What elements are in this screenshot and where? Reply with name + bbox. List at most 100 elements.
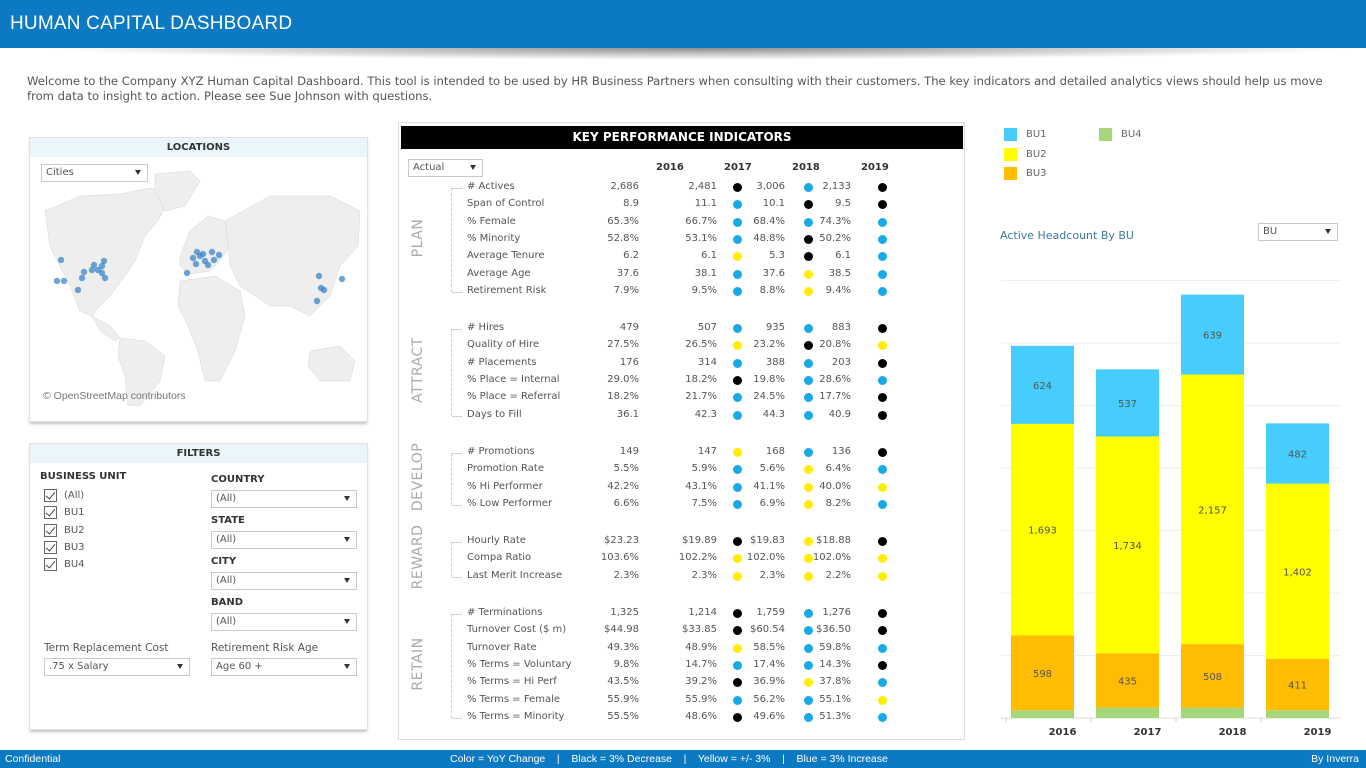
- band-value: (All): [216, 616, 237, 627]
- kpi-row[interactable]: # Placements 176 314 388 203: [399, 357, 966, 374]
- checkbox-bu-all[interactable]: (All): [44, 488, 84, 502]
- yoy-indicator-blue: [804, 695, 813, 705]
- kpi-row[interactable]: % Terms = Hi Perf 43.5% 39.2% 36.9% 37.8%: [399, 676, 966, 693]
- kpi-row[interactable]: # Actives 2,686 2,481 3,006 2,133: [399, 181, 966, 198]
- country-dropdown[interactable]: (All): [211, 490, 357, 508]
- kpi-category-plan: PLAN: [410, 218, 426, 258]
- data-label: 624: [1033, 381, 1052, 392]
- checkbox-checked-icon[interactable]: [44, 488, 57, 502]
- kpi-label: Average Age: [467, 267, 531, 279]
- city-dropdown[interactable]: (All): [211, 572, 357, 590]
- map-attribution[interactable]: © OpenStreetMap contributors: [43, 390, 186, 402]
- kpi-value-2017: 38.1: [694, 267, 717, 279]
- checkbox-checked-icon[interactable]: [44, 557, 57, 571]
- kpi-label: Turnover Cost ($ m): [467, 624, 567, 636]
- kpi-value-2019: 9.5: [835, 198, 851, 210]
- legend-label: BU2: [1026, 149, 1047, 160]
- year-header-2017: 2017: [724, 162, 752, 173]
- kpi-value-2019: $18.88: [816, 535, 851, 547]
- checkbox-bu1[interactable]: BU1: [44, 505, 85, 519]
- checkbox-bu2[interactable]: BU2: [44, 523, 85, 537]
- kpi-label: # Actives: [467, 181, 515, 192]
- kpi-row[interactable]: # Promotions 149 147 168 136: [399, 446, 966, 463]
- footer-right: By Inverra: [1311, 753, 1359, 765]
- legend-swatch: [1004, 148, 1017, 161]
- legend-item-bu4[interactable]: BU4: [1099, 128, 1142, 141]
- kpi-label: Hourly Rate: [467, 535, 526, 547]
- location-marker: [57, 256, 65, 264]
- kpi-row[interactable]: % Hi Performer 42.2% 43.1% 41.1% 40.0%: [399, 481, 966, 498]
- kpi-label: % Female: [467, 215, 516, 227]
- kpi-value-2017: 102.2%: [678, 552, 717, 564]
- kpi-value-2016: 6.6%: [613, 497, 639, 509]
- checkbox-bu3[interactable]: BU3: [44, 540, 85, 554]
- kpi-value-2017: 507: [697, 322, 717, 334]
- chevron-down-icon: [135, 170, 141, 175]
- kpi-row[interactable]: # Hires 479 507 935 883: [399, 322, 966, 339]
- yoy-indicator-yellow: [878, 554, 887, 564]
- kpi-value-2016: $44.98: [604, 624, 639, 636]
- kpi-row[interactable]: % Place = Referral 18.2% 21.7% 24.5% 17.7%: [399, 391, 966, 408]
- retirement-risk-age-dropdown[interactable]: Age 60 +: [211, 658, 357, 676]
- band-dropdown[interactable]: (All): [211, 613, 357, 631]
- kpi-row[interactable]: Promotion Rate 5.5% 5.9% 5.6% 6.4%: [399, 463, 966, 480]
- kpi-value-2016: 29.0%: [607, 374, 639, 385]
- yoy-indicator-blue: [733, 695, 742, 705]
- section-bracket-tick: [452, 542, 462, 544]
- kpi-row[interactable]: % Minority 52.8% 53.1% 48.8% 50.2%: [399, 233, 966, 250]
- checkbox-checked-icon[interactable]: [44, 505, 57, 519]
- kpi-row[interactable]: Average Age 37.6 38.1 37.6 38.5: [399, 268, 966, 285]
- headcount-dimension-selector[interactable]: BU: [1258, 223, 1338, 241]
- kpi-value-2017: 2.3%: [691, 569, 717, 581]
- kpi-row[interactable]: Span of Control 8.9 11.1 10.1 9.5: [399, 198, 966, 215]
- yoy-indicator-blue: [733, 217, 742, 227]
- kpi-row[interactable]: Last Merit Increase 2.3% 2.3% 2.3% 2.2%: [399, 570, 966, 587]
- kpi-row[interactable]: Hourly Rate $23.23 $19.89 $19.83 $18.88: [399, 535, 966, 552]
- checkbox-checked-icon[interactable]: [44, 540, 57, 554]
- yoy-indicator-blue: [804, 660, 813, 670]
- kpi-row[interactable]: Turnover Rate 49.3% 48.9% 58.5% 59.8%: [399, 642, 966, 659]
- bar-segment-bu4-2019: [1266, 710, 1329, 718]
- legend-item-bu1[interactable]: BU1: [1004, 128, 1047, 141]
- kpi-label: # Promotions: [467, 445, 535, 457]
- data-label: 411: [1288, 681, 1307, 692]
- kpi-row[interactable]: % Terms = Voluntary 9.8% 14.7% 17.4% 14.3%: [399, 659, 966, 676]
- kpi-row[interactable]: Days to Fill 36.1 42.3 44.3 40.9: [399, 409, 966, 426]
- kpi-row[interactable]: Turnover Cost ($ m) $44.98 $33.85 $60.54 $36…: [399, 624, 966, 641]
- kpi-row[interactable]: Retirement Risk 7.9% 9.5% 8.8% 9.4%: [399, 285, 966, 302]
- kpi-value-2017: 314: [697, 356, 717, 368]
- locations-selector[interactable]: Cities: [41, 164, 148, 182]
- location-marker: [60, 277, 68, 285]
- kpi-row[interactable]: % Terms = Female 55.9% 55.9% 56.2% 55.1%: [399, 694, 966, 711]
- legend-item-bu2[interactable]: BU2: [1004, 148, 1047, 161]
- yoy-indicator-blue: [733, 234, 742, 244]
- footer-legend: Color = YoY Change | Black = 3% Decrease…: [450, 753, 888, 765]
- chevron-down-icon: [470, 165, 476, 170]
- kpi-row[interactable]: % Place = Internal 29.0% 18.2% 19.8% 28.6%: [399, 374, 966, 391]
- location-marker: [183, 269, 191, 277]
- legend-item-bu3[interactable]: BU3: [1004, 167, 1047, 180]
- kpi-value-2019: 102.0%: [812, 552, 851, 564]
- checkbox-checked-icon[interactable]: [44, 523, 57, 537]
- kpi-row[interactable]: Quality of Hire 27.5% 26.5% 23.2% 20.8%: [399, 339, 966, 356]
- checkbox-bu4[interactable]: BU4: [44, 557, 85, 571]
- yoy-indicator-black: [878, 410, 887, 420]
- state-dropdown[interactable]: (All): [211, 531, 357, 549]
- x-tick-label: 2016: [1049, 727, 1077, 738]
- kpi-row[interactable]: % Terms = Minority 55.5% 48.6% 49.6% 51.3%: [399, 711, 966, 728]
- kpi-value-2019: 55.1%: [819, 693, 851, 705]
- kpi-view-selector[interactable]: Actual: [408, 159, 483, 177]
- kpi-row[interactable]: # Terminations 1,325 1,214 1,759 1,276: [399, 607, 966, 624]
- kpi-value-2019: 14.3%: [819, 658, 851, 670]
- location-marker: [78, 274, 86, 282]
- kpi-row[interactable]: % Female 65.3% 66.7% 68.4% 74.3%: [399, 216, 966, 233]
- location-marker: [204, 261, 212, 269]
- kpi-row[interactable]: Compa Ratio 103.6% 102.2% 102.0% 102.0%: [399, 552, 966, 569]
- world-map[interactable]: [40, 166, 365, 406]
- data-label: 537: [1118, 399, 1137, 410]
- term-replacement-cost-dropdown[interactable]: .75 x Salary: [44, 658, 190, 676]
- kpi-row[interactable]: Average Tenure 6.2 6.1 5.3 6.1: [399, 250, 966, 267]
- kpi-row[interactable]: % Low Performer 6.6% 7.5% 6.9% 8.2%: [399, 498, 966, 515]
- kpi-value-2019: 1,276: [822, 607, 851, 618]
- kpi-label: % Place = Referral: [467, 391, 561, 403]
